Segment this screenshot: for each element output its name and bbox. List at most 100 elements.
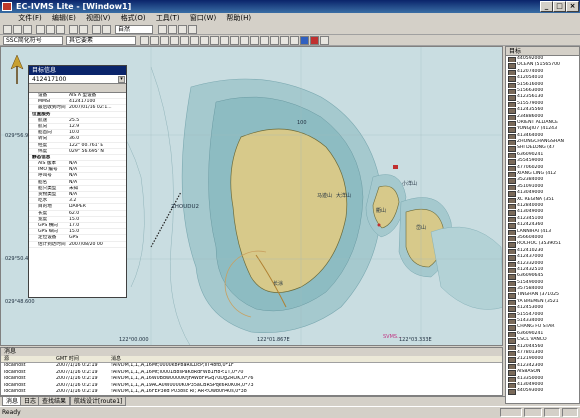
target-list-item[interactable]: 440593000 [506,388,579,395]
ship-icon[interactable] [240,36,249,45]
col-source[interactable]: 源 [1,356,56,362]
tab-find-results[interactable]: 查找结果 [38,397,71,406]
settings-icon[interactable] [270,36,279,45]
ruler-icon[interactable] [178,25,187,34]
track-icon[interactable] [210,36,219,45]
property-key: GPS 纵向 [38,229,58,235]
tab-route-design[interactable]: 航线设计[route1] [70,397,127,406]
property-key: 纬度 [38,148,48,154]
property-value: 412417100 [69,99,96,105]
property-row[interactable]: 估计到达时间 2007/08/20 00 [29,242,126,248]
property-value: 10.0 [69,130,80,136]
new-icon[interactable] [3,25,12,34]
zoom-out-icon[interactable] [150,36,159,45]
status-seg-4 [562,408,578,417]
property-key: 估计到达时间 [38,241,66,247]
menu-format[interactable]: 格式(O) [117,13,150,24]
zoom-rect-icon[interactable] [160,36,169,45]
day-mode-icon[interactable] [300,36,309,45]
chevron-down-icon[interactable]: ▾ [118,76,125,83]
property-value: N/A [69,192,78,197]
target-info-panel: 目标信息 412417100 ▾ 设备 AIS A 型设备 MMSI 41241710… [28,65,127,298]
island-label-6: 长涂 [273,281,284,287]
property-key: AIS 版本 [38,161,57,167]
filter-icon[interactable] [280,36,289,45]
route-icon[interactable] [220,36,229,45]
property-key: 长度 [38,210,48,216]
symbol-dropdown[interactable]: SSC简化符号 [3,36,63,45]
open-icon[interactable] [13,25,22,34]
north-arrow-icon [10,55,24,84]
window-title: EC-IVMS Lite - [Window1] [16,2,132,11]
tab-messages[interactable]: 消息 [2,397,23,406]
paste-icon[interactable] [56,25,65,34]
flag-icon[interactable] [188,25,197,34]
cut-icon[interactable] [36,25,45,34]
color-icon[interactable] [290,36,299,45]
measure-icon[interactable] [200,36,209,45]
lon-label-left: 122°00.000 [119,337,149,343]
save-icon[interactable] [23,25,32,34]
property-value: 36.0 [69,136,80,142]
menu-window[interactable]: 窗口(W) [186,13,220,24]
night-mode-icon[interactable] [310,36,319,45]
maximize-button[interactable]: □ [553,1,566,12]
island-label-2: 大洋山 [336,193,352,199]
status-seg-3 [544,408,560,417]
status-seg-1 [500,408,522,417]
message-row[interactable]: localhost 2007/1/16 0:2:19 !AIVDM,1,1,,A,1… [1,389,502,396]
menu-file[interactable]: 文件(F) [14,13,46,24]
property-value: AIS A 型设备 [69,93,97,98]
property-value: 未知 [69,185,79,191]
property-key: IMO 编号 [38,167,58,173]
grid-icon[interactable] [168,25,177,34]
feature-dropdown[interactable]: 其它要素 [66,36,136,45]
zoom-dropdown[interactable]: 自然 [115,25,153,34]
zoom-in-icon[interactable] [140,36,149,45]
close-button[interactable]: × [566,1,579,12]
target-list[interactable]: 440592000 OCEAN (51565700 412074000 4120540… [506,56,579,403]
property-value: 122° 00.761' E [69,142,104,148]
property-key: 船首向 [38,130,52,136]
status-text: Ready [2,409,21,416]
col-message[interactable]: 消息 [111,356,502,362]
fit-icon[interactable] [180,36,189,45]
tab-log[interactable]: 日志 [20,397,41,406]
ship-label[interactable]: ZHOUDU2 [171,204,199,210]
toolbar-map: SSC简化符号 其它要素 [0,35,580,46]
menu-view[interactable]: 视图(V) [82,13,114,24]
property-key: 航速 [38,117,48,123]
island-label-5: 衢山 [376,208,387,214]
menu-help[interactable]: 帮助(H) [222,13,255,24]
title-bar: EC-IVMS Lite - [Window1] _ □ × [0,0,580,13]
record-icon[interactable] [320,36,329,45]
info-icon[interactable] [79,25,88,34]
pan-icon[interactable] [170,36,179,45]
target-selector[interactable]: 412417100 ▾ [29,75,126,84]
redo-icon[interactable] [102,25,111,34]
undo-icon[interactable] [92,25,101,34]
property-key: 货物类型 [38,192,57,197]
property-value: N/A [69,167,78,173]
target-list-title: 目标 [506,47,579,56]
compass-icon[interactable] [230,36,239,45]
chart-icon[interactable] [260,36,269,45]
col-time[interactable]: GMT 时间 [56,356,111,362]
depth-label: 100 [297,120,307,126]
print-icon[interactable] [69,25,78,34]
property-list: 设备 AIS A 型设备 MMSI 412417100 最后收到时间 2007/01/16… [29,93,126,248]
property-value: 3.2 [69,198,77,204]
alarm-icon[interactable] [250,36,259,45]
target-icon[interactable] [190,36,199,45]
bottom-tabs: 消息 日志 查找结果 航线设计[route1] [0,396,505,406]
menu-bar: 文件(F) 编辑(E) 视图(V) 格式(O) 工具(T) 窗口(W) 帮助(H… [0,13,580,24]
property-key: 经度 [38,142,48,148]
layer-icon[interactable] [158,25,167,34]
target-list-panel: 目标 440592000 OCEAN (51565700 412074000 4120… [505,46,580,404]
menu-tools[interactable]: 工具(T) [152,13,184,24]
property-value: N/A [69,179,78,185]
property-value: N/A [69,173,78,179]
menu-edit[interactable]: 编辑(E) [48,13,80,24]
copy-icon[interactable] [46,25,55,34]
minimize-button[interactable]: _ [540,1,553,12]
